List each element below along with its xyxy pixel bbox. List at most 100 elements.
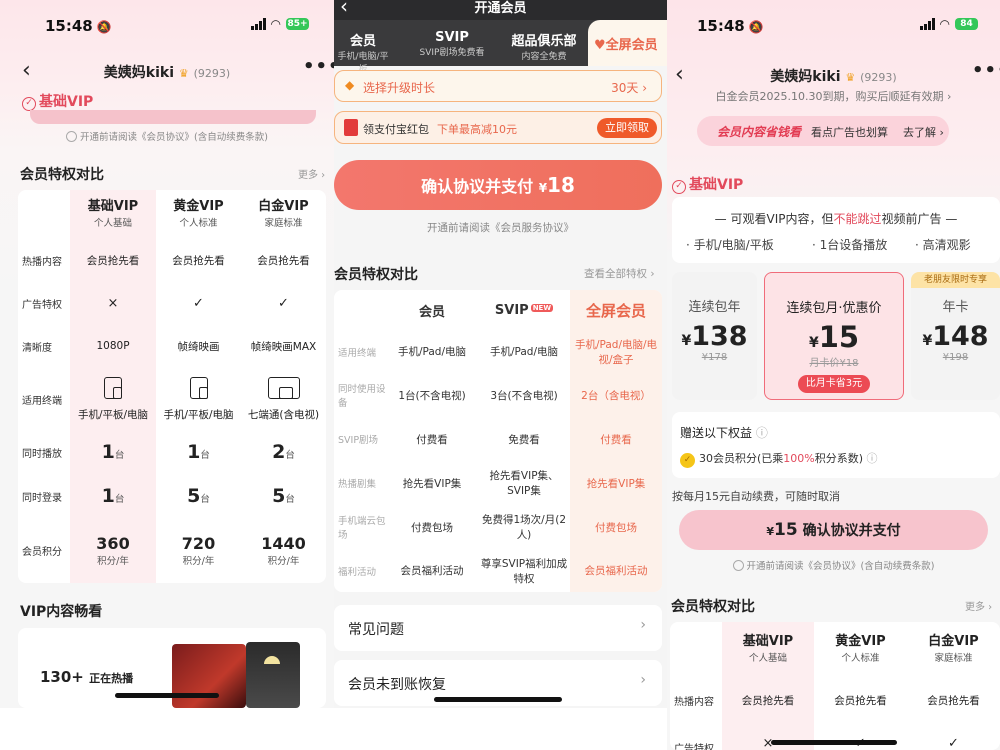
tablet-icon xyxy=(104,376,122,399)
pay-button[interactable]: ¥15 确认协议并支付 xyxy=(679,510,988,550)
poster-image[interactable] xyxy=(246,642,300,708)
compare-table: 会员 SVIP NEW 全屏会员 适用终端 手机/Pad/电脑 手机/Pad/电脑 手机… xyxy=(334,290,662,592)
radio-icon[interactable] xyxy=(732,560,744,571)
learn-more-link[interactable]: 去了解 › xyxy=(903,124,944,140)
save-tag: 比月卡省3元 xyxy=(798,375,870,393)
status-bar: 15:48 🔕 ◠ 85+ xyxy=(0,14,334,38)
expiry-link[interactable]: 白金会员2025.10.30到期，购买后顺延有效期 › xyxy=(667,88,1000,104)
compare-table: 基础VIP 个人基础 黄金VIP 个人标准 白金VIP 家庭标准 热播内容 会员抢先看… xyxy=(670,622,1000,750)
price-card-monthly-selected[interactable]: 连续包月·优惠价 ¥15 月卡价¥18 比月卡省3元 xyxy=(764,272,904,400)
page-title: 美姨妈kiki ♛ (9293) xyxy=(0,62,334,82)
table-row: 热播内容 会员抢先看 会员抢先看 会员抢先看 xyxy=(670,676,1000,724)
status-time: 15:48 🔕 xyxy=(697,17,764,35)
compare-card: 基础VIP 个人基础 黄金VIP 个人标准 白金VIP 家庭标准 热播内容 会员抢先看… xyxy=(670,622,1000,750)
agreement-checkbox[interactable]: 开通前请阅读《会员协议》(含自动续费条款) xyxy=(0,129,334,143)
coin-icon: ✓ xyxy=(680,453,695,468)
redpack-banner[interactable]: 领支付宝红包 下单最高减10元 立即领取 xyxy=(334,111,662,144)
faq-item[interactable]: 常见问题 › xyxy=(334,605,662,651)
wifi-icon: ◠ xyxy=(270,17,281,31)
battery-icon: 84 xyxy=(955,18,978,30)
wifi-icon: ◠ xyxy=(939,17,950,31)
mute-icon: 🔕 xyxy=(748,20,764,34)
table-row: 同时登录 1台 5台 5台 xyxy=(18,474,326,518)
vip-content-title: VIP内容畅看 xyxy=(20,604,103,620)
check-icon: ✓ xyxy=(193,295,204,311)
battery-icon: 85+ xyxy=(286,18,309,30)
new-badge: NEW xyxy=(530,303,554,312)
check-icon: ✓ xyxy=(948,736,959,750)
check-icon: ✓ xyxy=(278,295,289,311)
claim-button[interactable]: 立即领取 xyxy=(597,118,657,138)
info-icon[interactable]: ⓘ xyxy=(867,452,878,465)
bottom-blank xyxy=(334,708,667,750)
screen-vip-compare-left: 15:48🔕 ◠ 85+ ‹ 美姨妈kiki ♛ (9293) ••• ✓基础V… xyxy=(0,0,334,750)
tab-svip[interactable]: SVIP SVIP剧场免费看 xyxy=(394,20,510,66)
compare-header-row: 基础VIP 个人基础 黄金VIP 个人标准 白金VIP 家庭标准 xyxy=(18,190,326,238)
page-title: 开通会员 xyxy=(474,1,527,16)
table-row: 热播剧集 抢先看VIP集 抢先看VIP集、SVIP集 抢先看VIP集 xyxy=(334,461,662,505)
tab-fullscreen[interactable]: ♥全屏会员 xyxy=(588,20,667,66)
price-card-yearly[interactable]: 连续包年 ¥138 ¥178 xyxy=(672,272,757,400)
compare-table: 基础VIP 个人基础 黄金VIP 个人标准 白金VIP 家庭标准 热播内容 会员抢先看… xyxy=(18,190,326,583)
table-row: 广告特权 × ✓ ✓ xyxy=(18,282,326,324)
compare-more-link[interactable]: 更多 › xyxy=(298,166,325,181)
redpack-icon xyxy=(344,119,358,136)
pay-button-partial[interactable] xyxy=(30,110,316,124)
vip-badge: ✓ 基础VIP xyxy=(672,174,743,194)
duration-selector[interactable]: ◆ 选择升级时长 30天 › xyxy=(334,70,662,102)
compare-more-link[interactable]: 查看全部特权 › xyxy=(584,266,655,281)
pay-button[interactable]: 确认协议并支付 ¥18 xyxy=(334,160,662,210)
check-circle-icon: ✓ xyxy=(672,180,686,194)
compare-card: 基础VIP 个人基础 黄金VIP 个人标准 白金VIP 家庭标准 热播内容 会员抢先看… xyxy=(18,190,326,583)
home-indicator xyxy=(771,740,897,745)
compare-title: 会员特权对比 xyxy=(334,267,418,283)
diamond-icon: ♥ xyxy=(594,38,606,53)
cross-icon: × xyxy=(70,282,156,324)
status-time: 15:48 🔕 xyxy=(45,17,112,35)
user-count: (9293) xyxy=(193,67,231,80)
table-row: 适用终端 手机/平板/电脑 手机/平板/电脑 七端通(含电视) xyxy=(18,368,326,430)
promo-banner[interactable]: 会员内容省钱看 看点广告也划算 去了解 › xyxy=(697,116,949,146)
renew-note: 按每月15元自动续费，可随时取消 xyxy=(672,490,840,503)
user-name: 美姨妈kiki xyxy=(103,65,174,81)
check-icon: ✓ xyxy=(814,724,907,750)
mute-icon: 🔕 xyxy=(96,20,112,34)
ad-note: — 可观看VIP内容，但不能跳过视频前广告 — xyxy=(714,212,958,226)
screen-open-member-middle: ‹ 开通会员 会员手机/电脑/平板 SVIPSVIP剧场免费看 超品俱乐部内容全… xyxy=(334,0,667,750)
compare-header-row: 会员 SVIP NEW 全屏会员 xyxy=(334,290,662,330)
agreement-checkbox[interactable]: 开通前请阅读《会员协议》(含自动续费条款) xyxy=(667,558,1000,572)
table-row: 同时使用设备 1台(不含电视) 3台(不含电视) 2台（含电视） xyxy=(334,373,662,417)
agreement-text[interactable]: 开通前请阅读《会员服务协议》 xyxy=(334,220,667,235)
compare-title: 会员特权对比 xyxy=(20,167,104,183)
compare-title: 会员特权对比 xyxy=(671,599,755,615)
member-tabs: 会员手机/电脑/平板 SVIPSVIP剧场免费看 超品俱乐部内容全免费 ♥全屏会… xyxy=(334,20,667,75)
duration-value: 30天 › xyxy=(611,81,647,95)
table-row: 同时播放 1台 1台 2台 xyxy=(18,430,326,474)
gift-card: 赠送以下权益 ⓘ ✓ 30会员积分(已乘100%积分系数) ⓘ xyxy=(672,412,1000,478)
vip-badge: ✓ 基础VIP xyxy=(22,91,93,111)
friend-badge: 老朋友限时专享 xyxy=(911,272,1000,288)
compare-card: 会员 SVIP NEW 全屏会员 适用终端 手机/Pad/电脑 手机/Pad/电脑 手机… xyxy=(334,290,662,592)
radio-icon[interactable] xyxy=(66,131,78,142)
tab-member[interactable]: 会员手机/电脑/平板 xyxy=(334,20,392,75)
tab-super-club[interactable]: 超品俱乐部 内容全免费 xyxy=(504,20,584,66)
signal-icon xyxy=(250,18,266,30)
more-icon[interactable]: ••• xyxy=(303,56,334,77)
price-card-annual[interactable]: 老朋友限时专享 年卡 ¥148 ¥198 xyxy=(911,272,1000,400)
signal-icon xyxy=(919,18,935,30)
table-row: 广告特权 × ✓ ✓ xyxy=(670,724,1000,750)
feature-item: · 1台设备播放 xyxy=(812,238,888,252)
hot-count: 130+ 正在热播 xyxy=(40,668,134,686)
more-icon[interactable]: ••• xyxy=(972,60,1000,81)
gift-title: 赠送以下权益 ⓘ xyxy=(680,426,768,440)
crown-icon: ♛ xyxy=(178,67,189,80)
compare-header-row: 基础VIP 个人基础 黄金VIP 个人标准 白金VIP 家庭标准 xyxy=(670,622,1000,676)
feature-item: · 手机/电脑/平板 xyxy=(686,238,774,252)
poster-image[interactable] xyxy=(172,644,246,708)
diamond-icon: ◆ xyxy=(345,78,355,92)
home-indicator xyxy=(115,693,219,698)
chevron-right-icon: › xyxy=(640,617,646,633)
col-platinum: 白金VIP 家庭标准 xyxy=(258,199,309,229)
info-icon[interactable]: ⓘ xyxy=(756,426,768,440)
compare-more-link[interactable]: 更多 › xyxy=(965,598,992,613)
